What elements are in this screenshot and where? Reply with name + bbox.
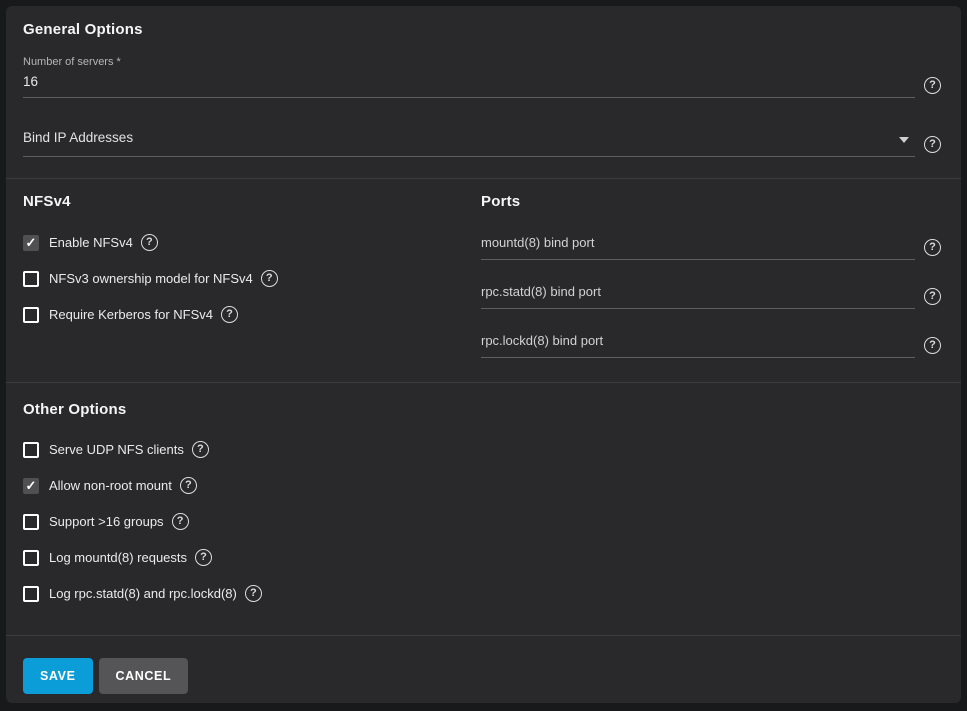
bind-ip-row: Bind IP Addresses ? [23, 129, 941, 157]
help-icon[interactable]: ? [180, 477, 197, 494]
bind-ip-label: Bind IP Addresses [23, 129, 915, 147]
rpc-lockd-port-row: rpc.lockd(8) bind port ? [481, 333, 941, 358]
help-icon[interactable]: ? [924, 288, 941, 305]
help-icon[interactable]: ? [924, 77, 941, 94]
section-columns: NFSv4 Enable NFSv4 ? NFSv3 ownership mod… [6, 179, 961, 382]
checkbox-row-allow-nonroot[interactable]: Allow non-root mount ? [23, 477, 941, 494]
section-other-options: Other Options Serve UDP NFS clients ? Al… [6, 383, 961, 635]
checkbox-row-log-rpc[interactable]: Log rpc.statd(8) and rpc.lockd(8) ? [23, 585, 941, 602]
checkbox[interactable] [23, 307, 39, 323]
rpc-lockd-port-field[interactable]: rpc.lockd(8) bind port [481, 333, 915, 358]
help-icon[interactable]: ? [172, 513, 189, 530]
checkbox[interactable] [23, 235, 39, 251]
section-ports: Ports mountd(8) bind port ? rpc.statd(8)… [481, 193, 941, 358]
section-general-options: General Options Number of servers * 16 ?… [6, 6, 961, 178]
section-nfsv4: NFSv4 Enable NFSv4 ? NFSv3 ownership mod… [23, 193, 481, 358]
checkbox-row-enable-nfsv4[interactable]: Enable NFSv4 ? [23, 234, 481, 251]
checkbox[interactable] [23, 271, 39, 287]
mountd-port-label: mountd(8) bind port [481, 235, 915, 251]
section-title-ports: Ports [481, 193, 941, 210]
help-icon[interactable]: ? [245, 585, 262, 602]
help-icon[interactable]: ? [192, 441, 209, 458]
checkbox-row-support-groups[interactable]: Support >16 groups ? [23, 513, 941, 530]
number-of-servers-label: Number of servers * [23, 56, 915, 69]
help-icon[interactable]: ? [924, 337, 941, 354]
checkbox-label: Serve UDP NFS clients [49, 442, 184, 457]
rpc-statd-port-row: rpc.statd(8) bind port ? [481, 284, 941, 309]
checkbox-label: Support >16 groups [49, 514, 164, 529]
checkbox[interactable] [23, 442, 39, 458]
help-icon[interactable]: ? [924, 239, 941, 256]
checkbox-label: Log rpc.statd(8) and rpc.lockd(8) [49, 586, 237, 601]
checkbox-row-nfsv3-ownership[interactable]: NFSv3 ownership model for NFSv4 ? [23, 270, 481, 287]
nfs-config-card: General Options Number of servers * 16 ?… [6, 6, 961, 703]
help-icon[interactable]: ? [141, 234, 158, 251]
rpc-statd-port-field[interactable]: rpc.statd(8) bind port [481, 284, 915, 309]
number-of-servers-field[interactable]: Number of servers * 16 [23, 56, 915, 98]
section-title-general: General Options [23, 21, 941, 38]
rpc-lockd-port-label: rpc.lockd(8) bind port [481, 333, 915, 349]
section-title-other: Other Options [23, 401, 941, 418]
form-actions: SAVE CANCEL [6, 636, 961, 694]
mountd-port-row: mountd(8) bind port ? [481, 235, 941, 260]
help-icon[interactable]: ? [261, 270, 278, 287]
checkbox-label: Enable NFSv4 [49, 235, 133, 250]
checkbox-row-serve-udp[interactable]: Serve UDP NFS clients ? [23, 441, 941, 458]
checkbox-label: NFSv3 ownership model for NFSv4 [49, 271, 253, 286]
checkbox-label: Allow non-root mount [49, 478, 172, 493]
checkbox-row-require-kerberos[interactable]: Require Kerberos for NFSv4 ? [23, 306, 481, 323]
checkbox-label: Require Kerberos for NFSv4 [49, 307, 213, 322]
bind-ip-select[interactable]: Bind IP Addresses [23, 129, 915, 157]
checkbox-label: Log mountd(8) requests [49, 550, 187, 565]
checkbox[interactable] [23, 550, 39, 566]
mountd-port-field[interactable]: mountd(8) bind port [481, 235, 915, 260]
help-icon[interactable]: ? [221, 306, 238, 323]
checkbox[interactable] [23, 514, 39, 530]
checkbox[interactable] [23, 586, 39, 602]
chevron-down-icon[interactable] [899, 137, 909, 143]
help-icon[interactable]: ? [195, 549, 212, 566]
rpc-statd-port-label: rpc.statd(8) bind port [481, 284, 915, 300]
number-of-servers-value[interactable]: 16 [23, 73, 915, 97]
cancel-button[interactable]: CANCEL [99, 658, 189, 694]
section-title-nfsv4: NFSv4 [23, 193, 481, 210]
help-icon[interactable]: ? [924, 136, 941, 153]
save-button[interactable]: SAVE [23, 658, 93, 694]
number-of-servers-row: Number of servers * 16 ? [23, 56, 941, 98]
checkbox[interactable] [23, 478, 39, 494]
checkbox-row-log-mountd[interactable]: Log mountd(8) requests ? [23, 549, 941, 566]
